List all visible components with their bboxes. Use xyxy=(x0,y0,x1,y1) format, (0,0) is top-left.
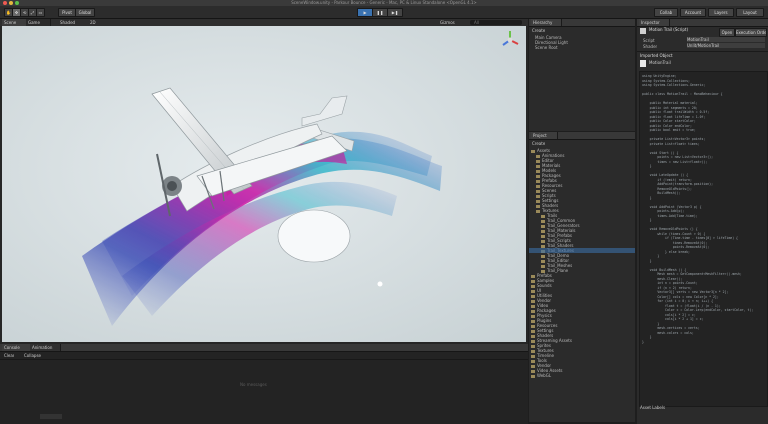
field-value-script[interactable]: MotionTrail xyxy=(687,37,765,42)
shading-mode-dropdown[interactable]: Shaded xyxy=(60,20,75,25)
pivot-toggle[interactable]: Pivot xyxy=(58,8,76,17)
scene-search-placeholder: All xyxy=(474,20,479,25)
cs-file-icon xyxy=(640,60,646,67)
field-label-script: Script xyxy=(643,38,655,43)
scene-tab-bar: Scene Game Shaded 2D Gizmos All xyxy=(0,19,528,26)
divider xyxy=(637,51,768,52)
project-header: Project xyxy=(529,132,635,140)
open-script-button[interactable]: Open xyxy=(719,28,735,37)
folder-icon xyxy=(531,374,535,378)
gizmos-dropdown[interactable]: Gizmos xyxy=(440,20,455,25)
window-title: SceneWindow.unity - Parkour Bounce - Gen… xyxy=(291,0,477,5)
scene-render xyxy=(2,26,526,342)
layers-dropdown[interactable]: Layers xyxy=(708,8,734,17)
code-line: Color c = Color.Lerp(endColor, startColo… xyxy=(642,308,754,312)
project-create-button[interactable]: Create xyxy=(532,141,545,146)
script-icon xyxy=(640,28,646,34)
hierarchy-header: Hierarchy xyxy=(529,19,635,27)
hierarchy-panel: Hierarchy Create Main Camera Directional… xyxy=(529,19,635,131)
inspector-panel: Inspector Motion Trail (Script) Open Exe… xyxy=(637,19,768,424)
project-tree: Assets Animations Editor Materials Models Pac… xyxy=(531,148,635,420)
tab-animation[interactable]: Animation xyxy=(30,344,61,351)
asset-labels: Asset Labels xyxy=(640,405,666,410)
account-dropdown[interactable]: Account xyxy=(680,8,706,17)
asset-name: MotionTrail xyxy=(649,60,671,65)
play-button[interactable]: ▶ xyxy=(357,8,373,17)
hierarchy-create-button[interactable]: Create xyxy=(532,28,545,33)
tab-console[interactable]: Console xyxy=(2,344,31,351)
script-code: using UnityEngine; using System.Collectio… xyxy=(642,74,765,404)
2d-mode-toggle[interactable]: 2D xyxy=(90,20,96,25)
global-toggle[interactable]: Global xyxy=(75,8,95,17)
field-label-shader: Shader xyxy=(643,44,658,49)
project-panel: Project Create Assets Animations Editor Mat… xyxy=(529,132,635,422)
console-empty-message: No messages xyxy=(240,382,267,387)
console-header: Console Animation xyxy=(0,344,528,352)
scene-viewport[interactable] xyxy=(2,26,526,342)
folder-icon xyxy=(531,149,535,153)
console-panel: Console Animation Clear Collapse No mess… xyxy=(0,344,528,424)
folder-icon xyxy=(536,209,540,213)
tab-inspector[interactable]: Inspector xyxy=(639,19,670,26)
main-toolbar: ✋ ✥ ⟲ ⤢ ▭ Pivot Global ▶ ❚❚ ▶❚ Collab Ac… xyxy=(0,6,768,19)
tab-project[interactable]: Project xyxy=(531,132,558,139)
scene-search-input[interactable]: All xyxy=(470,20,522,25)
project-folder-label: WebGL xyxy=(537,373,552,378)
console-scrollbar[interactable] xyxy=(40,414,62,419)
code-line: } xyxy=(642,339,644,344)
script-preview: using UnityEngine; using System.Collectio… xyxy=(639,71,768,407)
console-collapse-button[interactable]: Collapse xyxy=(24,353,41,358)
project-folder-item[interactable]: WebGL xyxy=(531,373,635,378)
field-value-shader[interactable]: Unlit/MotionTrail xyxy=(687,43,765,48)
step-button[interactable]: ▶❚ xyxy=(387,8,403,17)
rect-tool-button[interactable]: ▭ xyxy=(36,8,45,17)
console-clear-button[interactable]: Clear xyxy=(4,353,14,358)
collab-button[interactable]: Collab xyxy=(654,8,678,17)
tab-hierarchy[interactable]: Hierarchy xyxy=(531,19,562,26)
imported-object-heading: Imported Object xyxy=(640,53,673,58)
inspector-header: Inspector xyxy=(637,19,768,27)
inspector-object-name: Motion Trail (Script) xyxy=(649,27,688,32)
tab-game[interactable]: Game xyxy=(26,19,51,26)
layout-dropdown[interactable]: Layout xyxy=(736,8,764,17)
tab-scene[interactable]: Scene xyxy=(2,19,27,26)
divider xyxy=(0,359,528,360)
light-marker xyxy=(377,281,383,287)
hierarchy-item[interactable]: Scene Root xyxy=(535,45,558,50)
selected-folder-highlight xyxy=(529,248,635,253)
pause-button[interactable]: ❚❚ xyxy=(372,8,388,17)
execution-order-button[interactable]: Execution Order... xyxy=(735,28,767,37)
